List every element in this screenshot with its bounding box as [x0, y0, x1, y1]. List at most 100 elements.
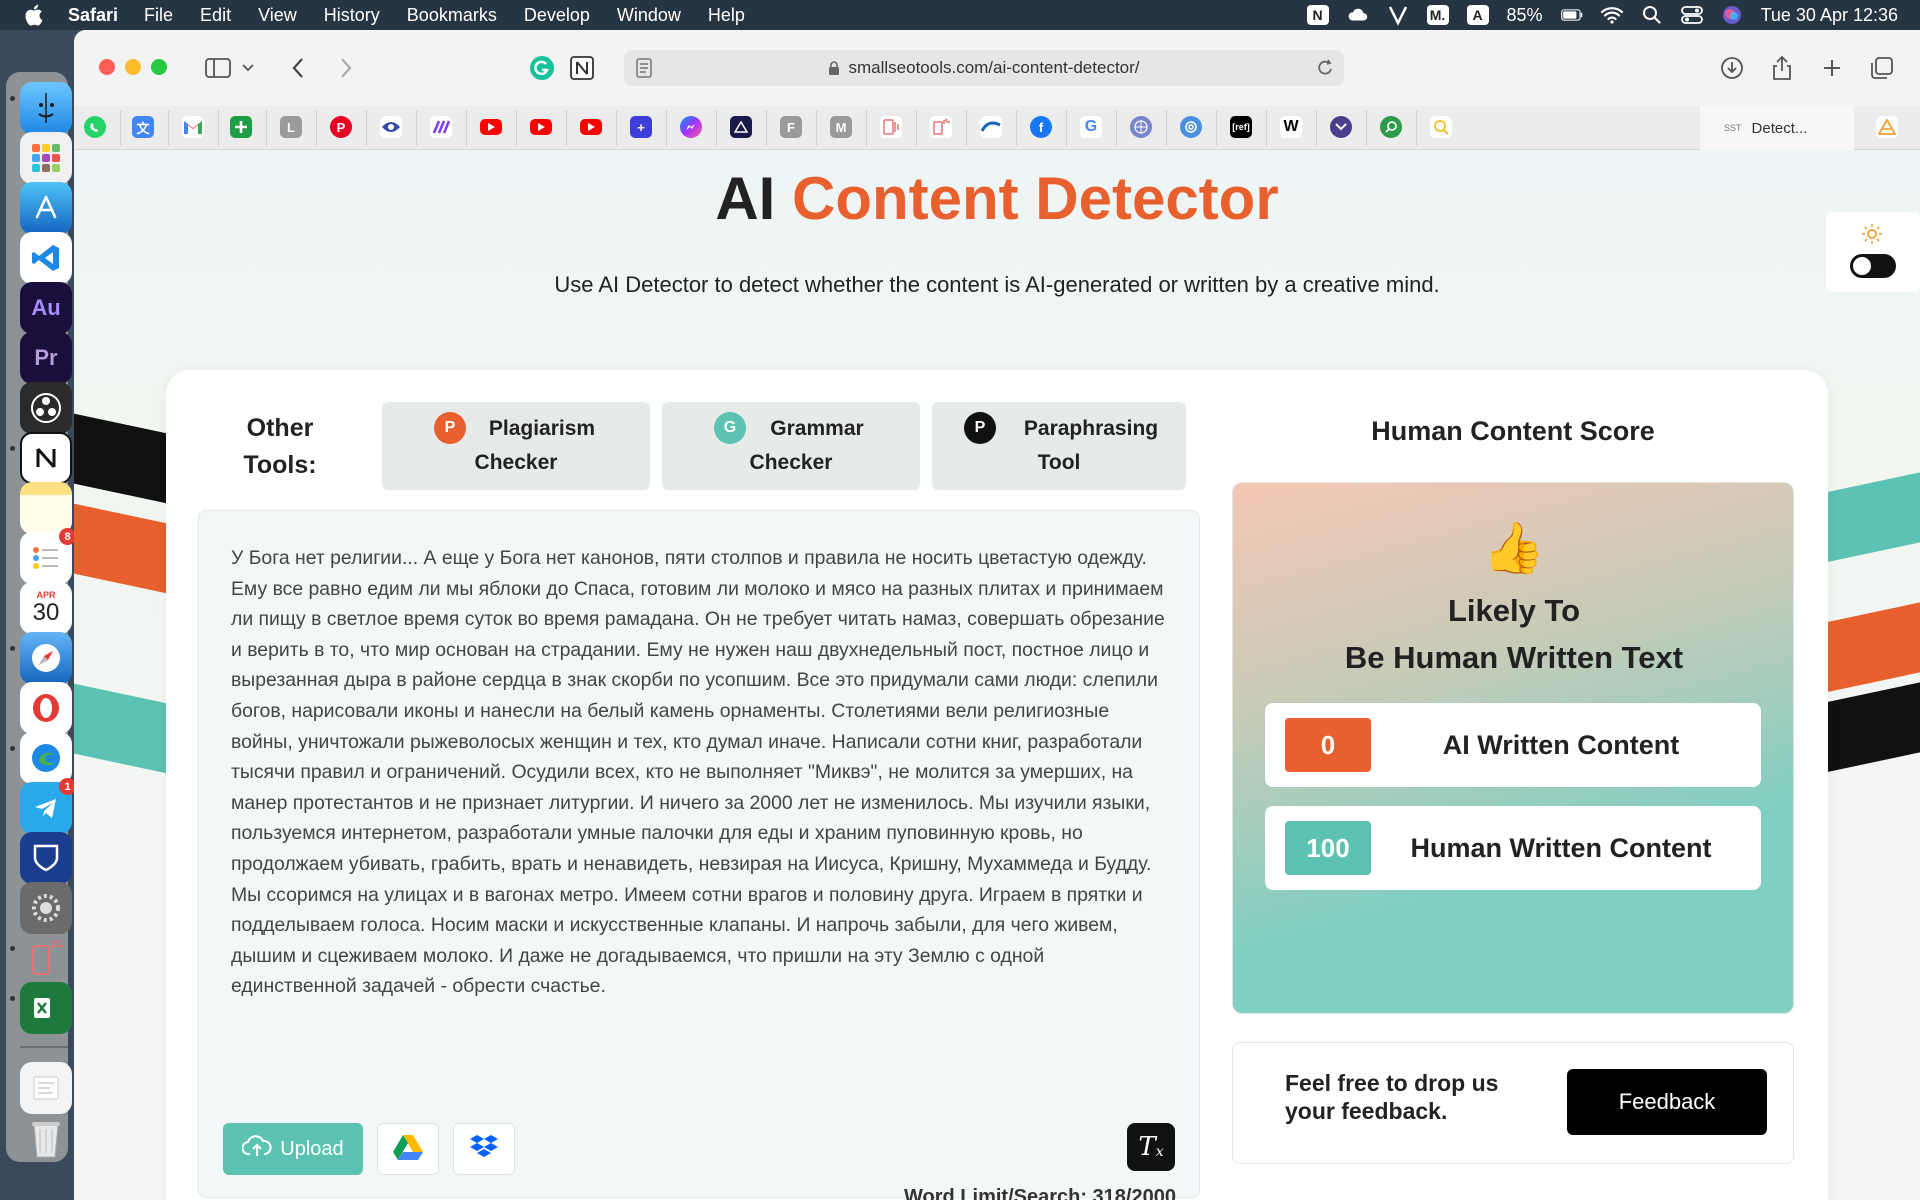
tab-group-icon[interactable]: [1876, 116, 1898, 138]
medium-status-icon[interactable]: M.: [1426, 5, 1449, 25]
editor-text[interactable]: У Бога нет религии... А еще у Бога нет к…: [231, 543, 1171, 1002]
launchpad-icon[interactable]: [20, 132, 72, 184]
url-text[interactable]: smallseotools.com/ai-content-detector/: [848, 58, 1139, 78]
address-bar[interactable]: smallseotools.com/ai-content-detector/: [624, 50, 1344, 86]
pinned-tab-f-icon[interactable]: F: [780, 116, 802, 138]
siri-icon[interactable]: [1721, 4, 1743, 26]
forward-chevron-icon[interactable]: [330, 52, 362, 84]
zoom-window-button[interactable]: [151, 59, 167, 75]
menu-edit[interactable]: Edit: [200, 5, 231, 26]
dropbox-button[interactable]: [453, 1123, 515, 1175]
pinned-tab-whatsapp-icon[interactable]: [84, 116, 106, 138]
premiere-icon[interactable]: Pr: [20, 332, 72, 384]
grammarly-extension-icon[interactable]: [526, 52, 558, 84]
pinned-tab-youtube-icon[interactable]: [530, 119, 552, 135]
pinned-tab-chart-icon[interactable]: [930, 116, 952, 138]
pinned-tab-wave-icon[interactable]: [980, 116, 1002, 138]
feedback-button[interactable]: Feedback: [1567, 1069, 1767, 1135]
app-store-icon[interactable]: [20, 182, 72, 234]
screen-mirror-icon[interactable]: [20, 932, 72, 984]
menu-develop[interactable]: Develop: [524, 5, 590, 26]
grammar-checker-button[interactable]: G Grammar Checker: [662, 402, 920, 490]
notes-icon[interactable]: [20, 482, 72, 534]
paraphrasing-tool-button[interactable]: P Paraphrasing Tool: [932, 402, 1186, 490]
google-drive-button[interactable]: [377, 1123, 439, 1175]
downloads-icon[interactable]: [1716, 52, 1748, 84]
recent-document-icon[interactable]: [20, 1062, 72, 1114]
content-editor[interactable]: У Бога нет религии... А еще у Бога нет к…: [198, 510, 1200, 1198]
opera-icon[interactable]: [20, 682, 72, 734]
pinned-tab-globe-icon[interactable]: [1130, 116, 1152, 138]
bitwarden-icon[interactable]: [20, 832, 72, 884]
pinned-tab-messenger-icon[interactable]: [680, 116, 702, 138]
active-tab[interactable]: SST Detect...: [1700, 106, 1854, 150]
cloud-sync-icon[interactable]: [1347, 4, 1369, 26]
reader-page-icon[interactable]: [636, 58, 652, 83]
menu-window[interactable]: Window: [617, 5, 681, 26]
dark-mode-toggle[interactable]: [1850, 254, 1896, 278]
notion-icon[interactable]: [20, 432, 72, 484]
tab-overview-icon[interactable]: [1866, 52, 1898, 84]
tab-group-chevron-down-icon[interactable]: [238, 52, 258, 84]
spotlight-search-icon[interactable]: [1641, 4, 1663, 26]
system-settings-icon[interactable]: [20, 882, 72, 934]
wifi-icon[interactable]: [1600, 4, 1623, 26]
app-name-menu[interactable]: Safari: [68, 5, 118, 26]
pinned-tab-gmail-icon[interactable]: [182, 116, 204, 138]
pinned-tab-ref-icon[interactable]: [ref]: [1230, 116, 1252, 138]
vscode-icon[interactable]: [20, 232, 72, 284]
pinned-tab-google-icon[interactable]: G: [1080, 116, 1102, 138]
pinned-tab-facebook-icon[interactable]: f: [1030, 116, 1052, 138]
share-icon[interactable]: [1766, 52, 1798, 84]
finder-icon[interactable]: [20, 82, 72, 134]
close-window-button[interactable]: [99, 59, 115, 75]
reminders-icon[interactable]: 8: [20, 528, 76, 584]
new-tab-plus-icon[interactable]: [1816, 52, 1848, 84]
notion-status-icon[interactable]: N: [1306, 5, 1329, 25]
pinned-tab-bars-icon[interactable]: [430, 116, 452, 138]
pinned-tab-wattpad-icon[interactable]: W: [1280, 116, 1302, 138]
back-chevron-icon[interactable]: [282, 52, 314, 84]
pinned-tab-youtube-icon[interactable]: [580, 119, 602, 135]
telegram-icon[interactable]: 1: [20, 778, 76, 834]
upload-button[interactable]: Upload: [223, 1123, 363, 1175]
clear-formatting-icon[interactable]: Tx: [1127, 1123, 1175, 1171]
menu-view[interactable]: View: [258, 5, 297, 26]
menu-history[interactable]: History: [324, 5, 380, 26]
edge-icon[interactable]: [20, 732, 72, 784]
menu-file[interactable]: File: [144, 5, 173, 26]
vpn-status-icon[interactable]: [1387, 4, 1409, 26]
pinned-tab-youtube-icon[interactable]: [480, 119, 502, 135]
calendar-icon[interactable]: APR 30: [20, 582, 72, 634]
pinned-tab-magnifier-icon[interactable]: [1430, 116, 1452, 138]
notion-extension-icon[interactable]: [566, 52, 598, 84]
safari-icon[interactable]: [20, 632, 72, 684]
excel-icon[interactable]: [20, 982, 72, 1034]
control-center-icon[interactable]: [1680, 4, 1703, 26]
pinned-tab-chevron-icon[interactable]: [1330, 116, 1352, 138]
pinned-tab-search-icon[interactable]: [1380, 116, 1402, 138]
obs-icon[interactable]: [20, 382, 72, 434]
sidebar-toggle-icon[interactable]: [202, 52, 234, 84]
menu-bookmarks[interactable]: Bookmarks: [407, 5, 497, 26]
pinned-tab-l-icon[interactable]: L: [280, 116, 302, 138]
trash-icon[interactable]: [20, 1112, 72, 1164]
pinned-tab-eye-icon[interactable]: [380, 116, 402, 138]
minimize-window-button[interactable]: [125, 59, 141, 75]
audition-icon[interactable]: Au: [20, 282, 72, 334]
input-source-icon[interactable]: A: [1466, 5, 1489, 25]
pinned-tab-sheets-add-icon[interactable]: [230, 116, 252, 138]
pinned-tab-translate-icon[interactable]: 文: [132, 116, 154, 138]
clock[interactable]: Tue 30 Apr 12:36: [1761, 5, 1898, 26]
pinned-tab-triangle-icon[interactable]: [730, 116, 752, 138]
apple-menu-icon[interactable]: [22, 0, 48, 30]
pinned-tab-m-icon[interactable]: M: [830, 116, 852, 138]
battery-icon[interactable]: [1560, 4, 1583, 26]
pinned-tab-plus-square-icon[interactable]: +: [630, 116, 652, 138]
reload-icon[interactable]: [1316, 58, 1334, 83]
pinned-tab-spiral-icon[interactable]: [1180, 116, 1202, 138]
plagiarism-checker-button[interactable]: P Plagiarism Checker: [382, 402, 650, 490]
pinned-tab-book-icon[interactable]: [880, 116, 902, 138]
menu-help[interactable]: Help: [708, 5, 745, 26]
pinned-tab-pinterest-icon[interactable]: P: [330, 116, 352, 138]
